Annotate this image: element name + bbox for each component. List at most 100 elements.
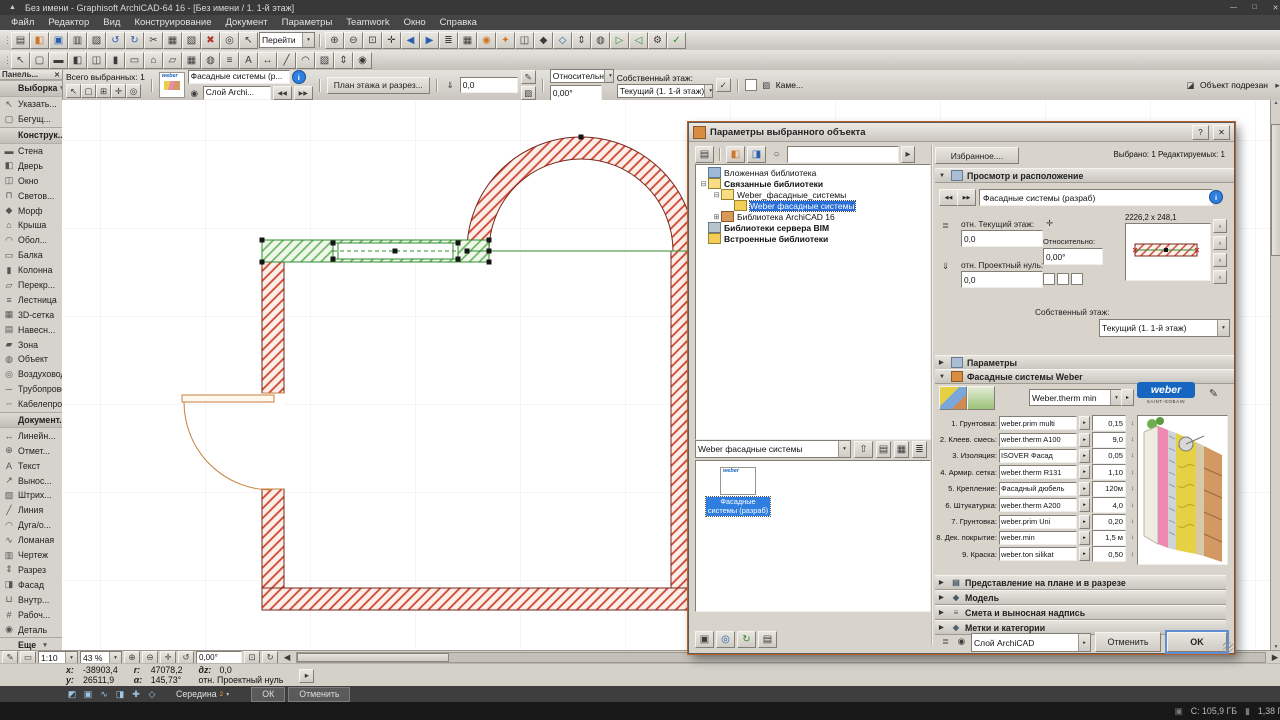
minimize-button[interactable]: — xyxy=(1225,2,1242,13)
toolbox-item[interactable]: ┄ Кабелепровод xyxy=(0,397,62,412)
mesh-tool-icon[interactable]: ▦ xyxy=(182,52,201,69)
preview-plan-icon[interactable]: ▫ xyxy=(1213,219,1227,233)
tree-expander-icon[interactable]: ⊞ xyxy=(712,213,721,221)
cancel-button[interactable]: Отменить xyxy=(1095,632,1161,652)
layer-spinner-icon[interactable]: ↕ xyxy=(1128,534,1137,541)
rotation-angle-input[interactable] xyxy=(550,85,602,101)
layer-value-input[interactable] xyxy=(1092,464,1126,480)
web-portal-icon[interactable]: ◎ xyxy=(716,631,735,648)
toolbox-item[interactable]: ∿ Ломаная xyxy=(0,533,62,548)
marquee-tool-icon[interactable]: ▢ xyxy=(30,52,49,69)
rel-zero-input[interactable] xyxy=(961,271,1043,288)
line-tool-icon[interactable]: ╱ xyxy=(277,52,296,69)
layer-eye-icon[interactable]: ◉ xyxy=(188,87,201,99)
folder-up-icon[interactable]: ⇧ xyxy=(854,441,873,458)
layer-value-input[interactable] xyxy=(1092,497,1126,513)
tree-view-icon[interactable]: ▤ xyxy=(695,146,714,163)
tracker-options-icon[interactable]: ▸ xyxy=(299,669,314,683)
horizontal-scroll-thumb[interactable] xyxy=(297,653,449,662)
own-storey-combo[interactable]: Текущий (1. 1-й этаж)▾ xyxy=(1099,319,1230,337)
layer-browse-icon[interactable]: ▸ xyxy=(1079,547,1090,561)
mirror-checkbox[interactable] xyxy=(1043,273,1055,285)
stair-tool-icon[interactable]: ≡ xyxy=(220,52,239,69)
snap-spline-icon[interactable]: ∿ xyxy=(96,688,112,701)
toolbox-item[interactable]: A Текст xyxy=(0,458,62,473)
text-tool-icon[interactable]: A xyxy=(239,52,258,69)
menu-item[interactable]: Конструирование xyxy=(127,15,218,30)
library-tree-item[interactable]: Вложенная библиотека xyxy=(696,167,930,178)
library-tree-item[interactable]: Встроенные библиотеки xyxy=(696,233,930,244)
lock-icon[interactable]: ◆ xyxy=(534,32,553,49)
menu-item[interactable]: Справка xyxy=(433,15,484,30)
toolbox-item[interactable]: ⊔ Внутр... xyxy=(0,592,62,607)
snap-grid-icon[interactable]: ▣ xyxy=(80,688,96,701)
library-search-input[interactable] xyxy=(787,146,899,163)
layer-product-input[interactable] xyxy=(999,465,1077,479)
snap-guides-icon[interactable]: ◩ xyxy=(64,688,80,701)
favorites-button[interactable]: Избранное.... xyxy=(935,147,1019,164)
toolbox-item[interactable]: ▦ 3D-сетка xyxy=(0,307,62,322)
toolbox-item[interactable]: ↖ Указать... xyxy=(0,97,62,112)
snap-node-icon[interactable]: ◇ xyxy=(144,688,160,701)
arc-tool-icon[interactable]: ◠ xyxy=(296,52,315,69)
object-preview-list[interactable]: weber Фасадные системы (разраб) xyxy=(695,460,931,612)
selected-object-name[interactable]: Фасадные системы (р... xyxy=(188,70,290,84)
view-grid-icon[interactable]: ▦ xyxy=(894,441,909,458)
layer-product-input[interactable] xyxy=(999,531,1077,545)
preview-3d-icon[interactable]: ▫ xyxy=(1213,253,1227,267)
layer-product-input[interactable] xyxy=(999,482,1077,496)
surface-checkbox[interactable] xyxy=(745,79,757,91)
library-view-icon[interactable]: ◨ xyxy=(747,146,766,163)
magic-wand-icon[interactable]: ✦ xyxy=(496,32,515,49)
library-tree[interactable]: Вложенная библиотека ⊟ Связанные библиот… xyxy=(695,164,931,440)
options-icon[interactable]: ◎ xyxy=(126,84,141,98)
plot-icon[interactable]: ▨ xyxy=(87,32,106,49)
selection-info-icon[interactable]: ⊞ xyxy=(96,84,111,98)
toolbox-item[interactable]: ◫ Окно xyxy=(0,173,62,188)
object-info-icon[interactable]: i xyxy=(292,70,306,84)
toolbox-item[interactable]: ⇕ Разрез xyxy=(0,563,62,578)
height-input[interactable] xyxy=(460,77,518,93)
layer-value-input[interactable] xyxy=(1092,530,1126,546)
toolbar-grip[interactable]: ⋮ xyxy=(3,55,10,66)
dialog-resize-grip[interactable] xyxy=(1223,642,1233,652)
zoom-out-icon[interactable]: ⊖ xyxy=(344,32,363,49)
menu-item[interactable]: Окно xyxy=(397,15,433,30)
maximize-button[interactable]: □ xyxy=(1246,2,1263,13)
tracker-r-value[interactable]: 47078,2 xyxy=(151,666,183,675)
snap-chevron-icon[interactable]: ▾ xyxy=(226,691,229,698)
cut-icon[interactable]: ✂ xyxy=(144,32,163,49)
fill-tool-icon[interactable]: ▨ xyxy=(315,52,334,69)
toolbox-item[interactable]: ◠ Обол... xyxy=(0,233,62,248)
favorites-icon[interactable]: ▢ xyxy=(81,84,96,98)
groups-icon[interactable]: ◫ xyxy=(515,32,534,49)
zoom-in-icon[interactable]: ⊕ xyxy=(325,32,344,49)
toolbox-item[interactable]: ↗ Вынос... xyxy=(0,473,62,488)
layer-field[interactable]: Слой Archi... xyxy=(203,86,271,100)
snap-point-label[interactable]: Середина xyxy=(176,689,217,699)
slab-tool-icon[interactable]: ▱ xyxy=(163,52,182,69)
menu-item[interactable]: Файл xyxy=(4,15,41,30)
default-settings-icon[interactable]: ↖ xyxy=(66,84,81,98)
toolbox-item[interactable]: # Рабоч... xyxy=(0,607,62,622)
section-icon[interactable]: ⇕ xyxy=(572,32,591,49)
scroll-left-icon[interactable]: ◀ xyxy=(280,652,294,663)
apply-check-icon[interactable]: ✓ xyxy=(716,78,731,92)
toolbar-grip[interactable]: ⋮ xyxy=(3,35,10,46)
library-tree-item[interactable]: ⊟ Связанные библиотеки xyxy=(696,178,930,189)
relative-combo[interactable]: Относительн▾ xyxy=(550,69,614,83)
layers-icon[interactable]: ≣ xyxy=(439,32,458,49)
toolbox-item[interactable]: ⊕ Отмет... xyxy=(0,443,62,458)
folder-view-icon[interactable]: ◧ xyxy=(726,146,745,163)
dialog-section-collapsed[interactable]: ▶ ◆ Модель xyxy=(935,590,1226,605)
toolbox-item[interactable]: ─ Трубопровод xyxy=(0,382,62,397)
object-tool-icon[interactable]: ◍ xyxy=(201,52,220,69)
facade-eco-button[interactable] xyxy=(967,386,995,410)
scroll-right-icon[interactable]: ▶ xyxy=(1268,652,1280,663)
section-tool-icon[interactable]: ⇕ xyxy=(334,52,353,69)
settings-icon[interactable]: ⚙ xyxy=(648,32,667,49)
library-tree-item[interactable]: ⊟ Weber_фасадные_системы xyxy=(696,189,930,200)
layer-value-input[interactable] xyxy=(1092,448,1126,464)
toolbox-item[interactable]: ▥ Чертеж xyxy=(0,548,62,563)
next-object-button[interactable]: ▶▶ xyxy=(294,86,313,100)
